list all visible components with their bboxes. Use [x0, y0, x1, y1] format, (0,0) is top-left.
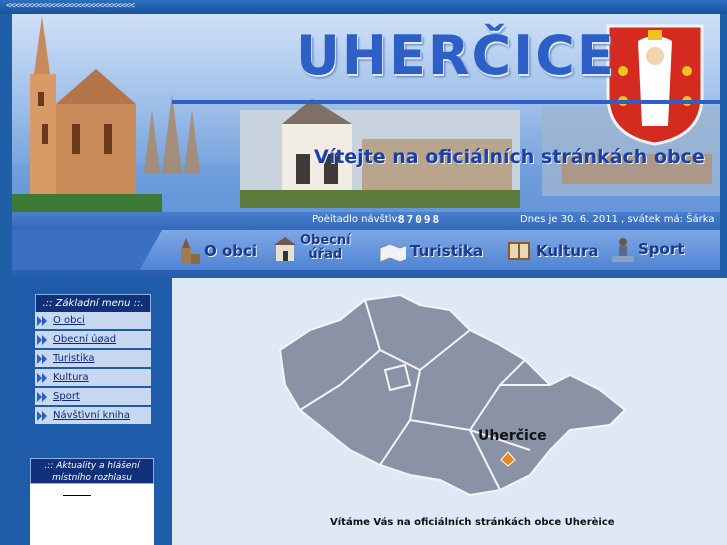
visit-counter-label: Poèítadlo návštìv:	[312, 214, 401, 225]
double-chevron-icon	[37, 334, 47, 345]
header-banner: UHERČICE Vítejte na oficiálních stránkác…	[12, 14, 720, 212]
news-title: .:: Aktuality a hlášení místního rozhlas…	[30, 458, 154, 484]
menu-item-navstevni-kniha[interactable]: Návštìvní kniha	[35, 407, 151, 425]
visit-counter-value: 87098	[398, 213, 442, 226]
menu-item-obecni-urad[interactable]: Obecní úøad	[35, 331, 151, 349]
menu-item-o-obci[interactable]: O obci	[35, 312, 151, 330]
welcome-footer: Vítáme Vás na oficiálních stránkách obce…	[330, 517, 615, 528]
site-title: UHERČICE	[296, 24, 616, 87]
map-town-label: Uherčice	[478, 428, 547, 444]
title-underline	[172, 100, 720, 104]
menu-title: .:: Základní menu ::.	[35, 294, 151, 313]
nav-kultura[interactable]: Kultura	[506, 238, 599, 264]
nav-wedge	[12, 230, 162, 270]
menu-item-turistika[interactable]: Turistika	[35, 350, 151, 368]
czech-map	[278, 293, 627, 497]
sport-icon	[612, 238, 634, 262]
nav-o-obci[interactable]: O obci	[178, 238, 257, 264]
double-chevron-icon	[37, 353, 47, 364]
menu-item-kultura[interactable]: Kultura	[35, 369, 151, 387]
coat-of-arms	[606, 24, 704, 146]
decorative-arrows: <<<<<<<<<<<<<<<<<<<<<<<<<<<<<	[6, 1, 135, 11]
news-divider	[63, 495, 91, 496]
double-chevron-icon	[37, 315, 47, 326]
nav-separator	[12, 270, 720, 276]
nav-obecni-urad[interactable]: Obecní úřad	[274, 234, 351, 262]
townhall-icon	[274, 237, 296, 261]
news-panel	[30, 484, 154, 545]
main-nav: O obci Obecní úřad Turistika Kultura Spor…	[12, 230, 720, 270]
menu-item-sport[interactable]: Sport	[35, 388, 151, 406]
double-chevron-icon	[37, 410, 47, 421]
book-icon	[508, 242, 530, 260]
map-icon	[379, 243, 406, 263]
double-chevron-icon	[37, 391, 47, 402]
date-nameday: Dnes je 30. 6. 2011 , svátek má: Šárka	[520, 214, 715, 225]
top-strip: <<<<<<<<<<<<<<<<<<<<<<<<<<<<<	[0, 0, 727, 14]
double-chevron-icon	[37, 372, 47, 383]
welcome-heading: Vítejte na oficiálních stránkách obce	[314, 146, 705, 168]
nav-turistika[interactable]: Turistika	[376, 238, 483, 264]
info-bar: Poèítadlo návštìv: 87098 Dnes je 30. 6. …	[12, 212, 720, 230]
church-icon	[181, 238, 200, 264]
nav-sport[interactable]: Sport	[612, 236, 684, 262]
